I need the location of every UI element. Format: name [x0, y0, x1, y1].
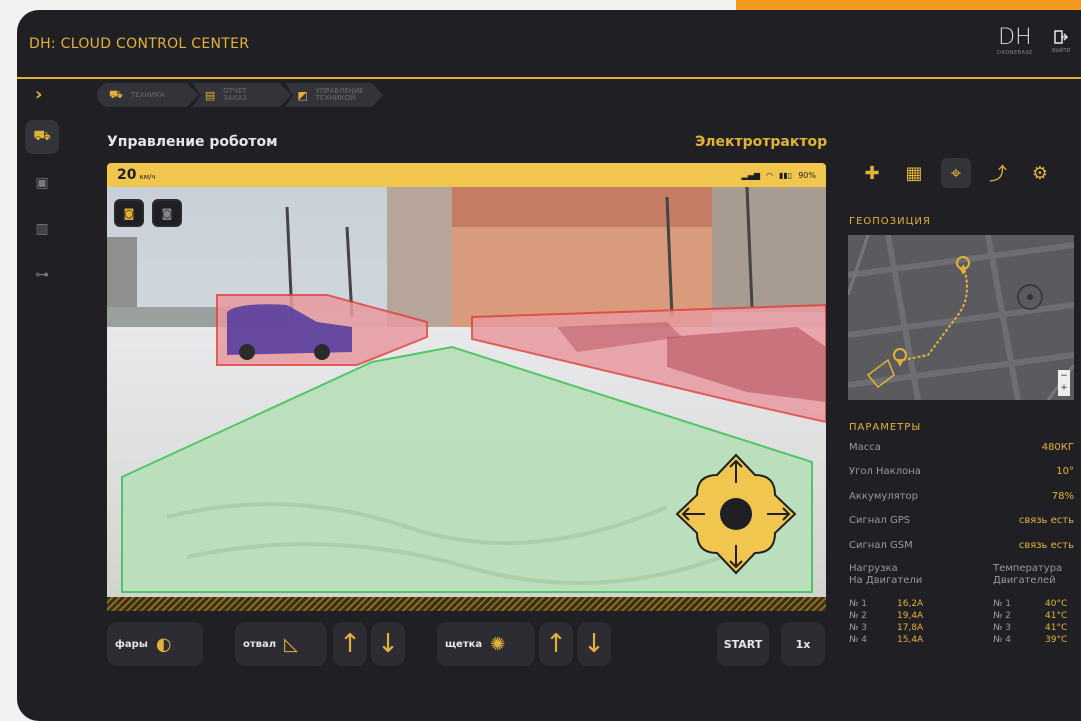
- geo-section-label: ГЕОПОЗИЦИЯ: [849, 216, 931, 227]
- wifi-icon: ◠: [766, 170, 773, 180]
- start-button[interactable]: START: [717, 622, 769, 666]
- params-list: Масса 480КГ Угол Наклона 10° Аккумулятор 78…: [849, 442, 1074, 564]
- map-zoom-control[interactable]: − +: [1058, 370, 1070, 396]
- blade-down-button[interactable]: ↓: [371, 622, 405, 666]
- tractor-icon: ⛟: [33, 128, 51, 144]
- param-row: Сигнал GSM связь есть: [849, 539, 1074, 551]
- robot-type: Электротрактор: [695, 134, 828, 150]
- user-icon: ▣: [35, 175, 49, 191]
- map-pin-icon: ⌖: [950, 162, 962, 184]
- arrow-down-icon: ↓: [583, 629, 605, 659]
- tab-settings[interactable]: ⚙: [1025, 158, 1055, 188]
- status-bar: 20 км/ч ▂▄▆ ◠ ▮▮▯ 90%: [107, 163, 826, 187]
- brush-button[interactable]: щетка ✺: [437, 622, 535, 666]
- tab-stats[interactable]: ▦: [899, 158, 929, 188]
- camera-1-button[interactable]: ◙: [114, 199, 144, 227]
- tab-geolocation[interactable]: ⌖: [941, 158, 971, 188]
- battery-icon: ▮▮▯: [779, 170, 793, 180]
- sidebar-item-users[interactable]: ▣: [25, 166, 59, 200]
- app-title: DH: CLOUD CONTROL CENTER: [29, 36, 250, 52]
- tab-route[interactable]: ⤴: [983, 158, 1013, 188]
- logout-icon: [1052, 30, 1070, 48]
- speed-readout: 20 км/ч: [117, 167, 156, 183]
- camera-icon: ◙: [123, 206, 135, 220]
- headlight-icon: ◐: [155, 633, 172, 655]
- control-panel: фары ◐ отвал ◺ ↑ ↓ щетка ✺ ↑ ↓ START 1x: [107, 622, 826, 666]
- route-icon: ⊶: [35, 267, 49, 283]
- breadcrumb-item-tech[interactable]: ⛟ ТЕХНИКА: [97, 83, 199, 107]
- cellular-signal-icon: ▂▄▆: [741, 170, 761, 180]
- blade-icon: ◺: [284, 633, 298, 655]
- lights-button[interactable]: фары ◐: [107, 622, 203, 666]
- geo-map[interactable]: − +: [848, 235, 1074, 400]
- chart-icon: ◩: [297, 88, 308, 102]
- brush-down-button[interactable]: ↓: [577, 622, 611, 666]
- param-row: Масса 480КГ: [849, 442, 1074, 453]
- exit-label: ВЫЙТИ: [1052, 48, 1071, 54]
- load-table: № 1 16,2А № 2 19,4А № 3 17,8А № 4 15,4А: [849, 599, 924, 645]
- camera-switcher: ◙ ◙: [114, 199, 182, 227]
- arrow-up-icon: ↑: [545, 629, 567, 659]
- sidebar-item-routes[interactable]: ⊶: [25, 258, 59, 292]
- breadcrumb: ⛟ ТЕХНИКА ▤ ОТЧЕТ ЗАКАЗ ◩ УПРАВЛЕНИЕ ТЕХНИК…: [97, 83, 384, 107]
- load-heading: Нагрузка На Двигатели: [849, 563, 923, 586]
- panel-tabs: ✚ ▦ ⌖ ⤴ ⚙: [857, 158, 1055, 188]
- temp-table: № 1 40°C № 2 41°C № 3 41°C № 4 39°C: [993, 599, 1068, 645]
- page-title: Управление роботом: [107, 134, 278, 150]
- expand-sidebar-icon[interactable]: ›: [35, 84, 42, 105]
- logo: DH DRONEBASE: [997, 25, 1033, 57]
- puzzle-icon: ✚: [864, 162, 880, 184]
- arrow-down-icon: ↓: [377, 629, 399, 659]
- bar-chart-icon: ▦: [905, 162, 923, 184]
- breadcrumb-item-control[interactable]: ◩ УПРАВЛЕНИЕ ТЕХНИКОЙ: [285, 83, 384, 107]
- param-row: Угол Наклона 10°: [849, 466, 1074, 478]
- top-bar: DH: CLOUD CONTROL CENTER DH DRONEBASE ВЫ…: [17, 10, 1081, 79]
- logo-sub: DRONEBASE: [997, 50, 1033, 56]
- blade-up-button[interactable]: ↑: [333, 622, 367, 666]
- params-section-label: ПАРАМЕТРЫ: [849, 422, 922, 433]
- brush-up-button[interactable]: ↑: [539, 622, 573, 666]
- tractor-icon: ⛟: [109, 87, 123, 101]
- battery-level: 90%: [798, 170, 816, 180]
- temp-heading: Температура Двигателей: [993, 563, 1063, 586]
- tab-modules[interactable]: ✚: [857, 158, 887, 188]
- map-graphic: [848, 235, 1074, 400]
- breadcrumb-item-report[interactable]: ▤ ОТЧЕТ ЗАКАЗ: [192, 83, 292, 107]
- speed-multiplier-button[interactable]: 1x: [781, 622, 825, 666]
- corner-accent: [736, 0, 1081, 10]
- camera-2-button[interactable]: ◙: [152, 199, 182, 227]
- hazard-stripe: [107, 597, 826, 611]
- sidebar-item-factory[interactable]: ▥: [25, 212, 59, 246]
- arrow-up-icon: ↑: [339, 629, 361, 659]
- logo-mark: DH: [998, 25, 1032, 50]
- blade-button[interactable]: отвал ◺: [235, 622, 327, 666]
- sidebar-item-tractor[interactable]: ⛟: [25, 120, 59, 154]
- sidebar: ⛟ ▣ ▥ ⊶: [25, 120, 65, 304]
- app-window: DH: CLOUD CONTROL CENTER DH DRONEBASE ВЫ…: [17, 10, 1081, 721]
- param-row: Сигнал GPS связь есть: [849, 515, 1074, 527]
- document-icon: ▤: [204, 88, 216, 102]
- param-row: Аккумулятор 78%: [849, 490, 1074, 502]
- gear-icon: ⚙: [1031, 162, 1049, 184]
- joystick-control[interactable]: [675, 453, 797, 575]
- camera-icon: ◙: [161, 206, 173, 220]
- route-icon: ⤴: [989, 164, 1007, 185]
- exit-button[interactable]: ВЫЙТИ: [1052, 30, 1070, 54]
- factory-icon: ▥: [35, 221, 49, 237]
- brush-icon: ✺: [490, 633, 506, 655]
- signal-indicators: ▂▄▆ ◠ ▮▮▯ 90%: [742, 171, 816, 180]
